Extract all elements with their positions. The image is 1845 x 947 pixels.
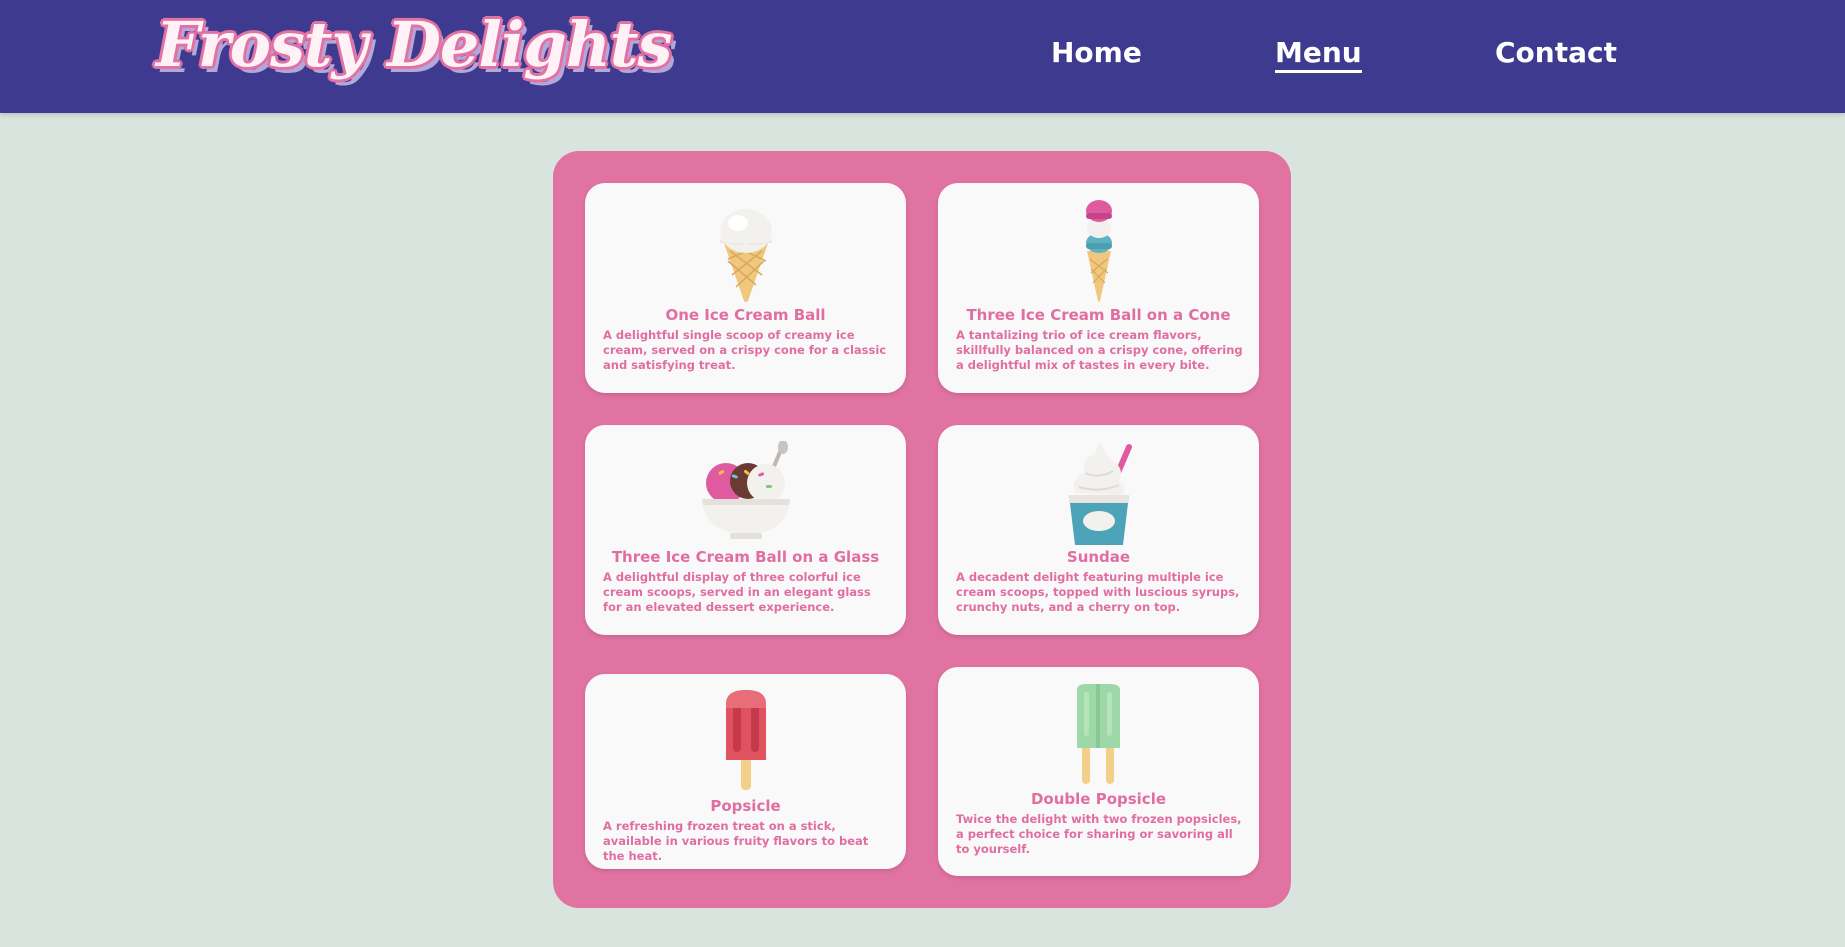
menu-card-three-ball-glass[interactable]: Three Ice Cream Ball on a Glass A deligh… [585,425,906,635]
triple-scoop-cone-icon [938,199,1259,304]
site-logo[interactable]: Frosty Delights [156,8,672,81]
menu-item-description: A tantalizing trio of ice cream flavors,… [956,328,1243,372]
popsicle-icon [585,690,906,792]
sundae-cup-icon [938,441,1259,546]
menu-item-description: Twice the delight with two frozen popsic… [956,812,1242,856]
single-scoop-cone-icon [585,199,906,304]
nav-contact-link[interactable]: Contact [1495,36,1617,69]
menu-item-title: Three Ice Cream Ball on a Glass [611,548,880,566]
menu-card-sundae[interactable]: Sundae A decadent delight featuring mult… [938,425,1259,635]
double-popsicle-icon [938,684,1259,786]
site-header: Frosty Delights Home Menu Contact [0,0,1845,113]
menu-item-title: One Ice Cream Ball [665,306,826,324]
menu-item-description: A refreshing frozen treat on a stick, av… [603,819,869,863]
menu-item-description: A delightful display of three colorful i… [603,570,871,614]
nav-menu-link[interactable]: Menu [1275,36,1362,73]
menu-item-title: Sundae [1066,548,1131,566]
menu-card-three-ball-cone[interactable]: Three Ice Cream Ball on a Cone A tantali… [938,183,1259,393]
menu-item-title: Popsicle [710,797,781,815]
menu-item-description: A delightful single scoop of creamy ice … [603,328,887,372]
menu-panel: One Ice Cream Ball A delightful single s… [553,151,1291,908]
menu-item-description: A decadent delight featuring multiple ic… [956,570,1240,614]
ice-cream-bowl-icon [585,441,906,541]
menu-item-title: Double Popsicle [1030,790,1167,808]
nav-home-link[interactable]: Home [1051,36,1142,69]
menu-card-double-popsicle[interactable]: Double Popsicle Twice the delight with t… [938,667,1259,876]
menu-item-title: Three Ice Cream Ball on a Cone [966,306,1231,324]
menu-card-one-ice-cream-ball[interactable]: One Ice Cream Ball A delightful single s… [585,183,906,393]
menu-card-popsicle[interactable]: Popsicle A refreshing frozen treat on a … [585,674,906,869]
